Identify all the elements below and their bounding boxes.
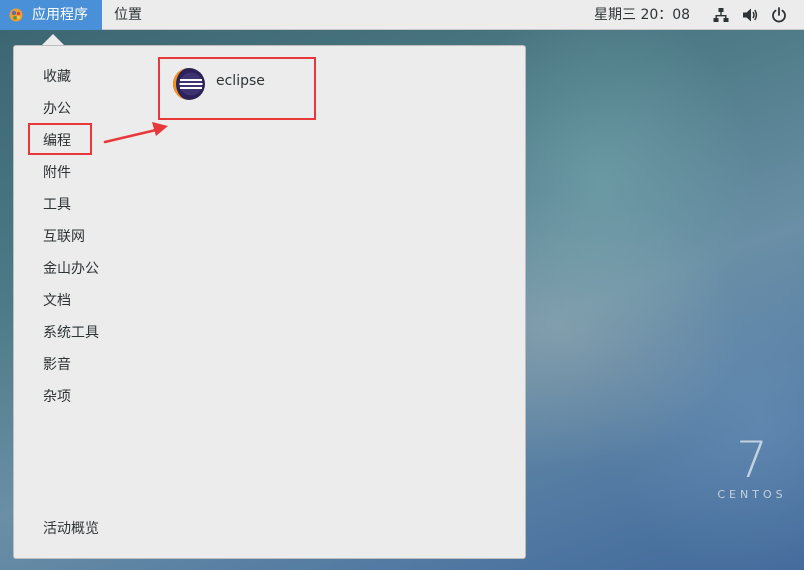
category-wps-office[interactable]: 金山办公	[43, 253, 99, 285]
category-other[interactable]: 杂项	[43, 381, 99, 413]
category-internet[interactable]: 互联网	[43, 221, 99, 253]
gnome-foot-icon	[9, 8, 23, 22]
category-favorites[interactable]: 收藏	[43, 61, 99, 93]
places-menu-label: 位置	[114, 7, 142, 23]
applications-menu-label: 应用程序	[32, 7, 88, 23]
centos-wordmark: CENTOS	[717, 488, 787, 501]
network-icon[interactable]	[713, 7, 729, 23]
category-accessories[interactable]: 附件	[43, 157, 99, 189]
places-menu-button[interactable]: 位置	[114, 0, 142, 30]
annotation-highlight-eclipse	[158, 57, 316, 120]
category-office[interactable]: 办公	[43, 93, 99, 125]
volume-icon[interactable]	[742, 7, 758, 23]
centos-version-number: 7	[736, 431, 768, 489]
desktop-background: 应用程序 位置 星期三 20：08 收藏 办公 编程 附件 工具 互联网 金山办…	[0, 0, 804, 570]
activities-overview-link[interactable]: 活动概览	[43, 513, 99, 545]
category-sound-video[interactable]: 影音	[43, 349, 99, 381]
category-system-tools[interactable]: 系统工具	[43, 317, 99, 349]
category-utilities[interactable]: 工具	[43, 189, 99, 221]
power-icon[interactable]	[771, 7, 787, 23]
clock[interactable]: 星期三 20：08	[594, 0, 690, 30]
annotation-highlight-programming	[28, 123, 92, 155]
top-bar: 应用程序 位置 星期三 20：08	[0, 0, 804, 30]
category-list: 收藏 办公 编程 附件 工具 互联网 金山办公 文档 系统工具 影音 杂项	[43, 61, 99, 413]
centos-logo: 7 CENTOS	[712, 432, 792, 502]
applications-menu-button[interactable]: 应用程序	[0, 0, 102, 30]
category-documentation[interactable]: 文档	[43, 285, 99, 317]
